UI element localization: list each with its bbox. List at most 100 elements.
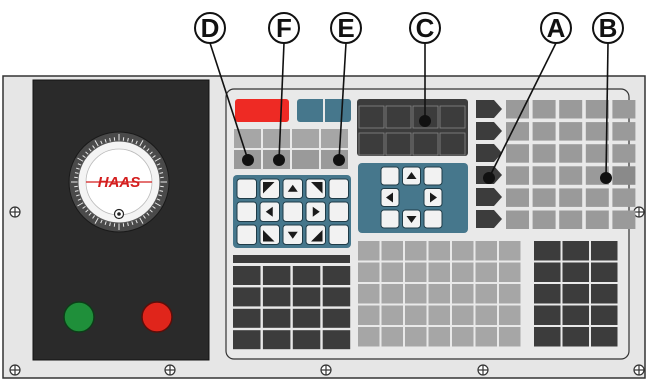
alpha-key[interactable] [262, 266, 291, 285]
alpha-key[interactable] [292, 266, 321, 285]
cursor-key[interactable] [236, 201, 257, 222]
alpha-key[interactable] [358, 262, 380, 283]
operation-key[interactable] [532, 210, 556, 230]
numeric-key[interactable] [534, 284, 561, 304]
alpha-key[interactable] [428, 241, 451, 261]
display-key[interactable] [439, 132, 466, 156]
display-key[interactable] [358, 105, 385, 129]
jog-key[interactable] [423, 166, 443, 186]
operation-key[interactable] [559, 144, 583, 163]
alpha-key[interactable] [405, 327, 427, 347]
function-key[interactable] [292, 150, 319, 169]
alpha-key[interactable] [233, 330, 261, 350]
numeric-key[interactable] [591, 262, 618, 283]
feed-hold-button[interactable] [141, 301, 173, 333]
alpha-key[interactable] [233, 266, 261, 285]
alpha-key[interactable] [358, 327, 380, 347]
operation-key[interactable] [612, 166, 636, 185]
alpha-key[interactable] [405, 284, 427, 304]
alpha-key[interactable] [452, 241, 474, 261]
cycle-start-button[interactable] [63, 301, 95, 333]
alpha-key[interactable] [428, 284, 451, 304]
alpha-key[interactable] [428, 327, 451, 347]
alpha-key[interactable] [405, 241, 427, 261]
alpha-key[interactable] [292, 287, 321, 307]
alpha-key[interactable] [381, 305, 404, 326]
alpha-key[interactable] [499, 241, 521, 261]
display-key[interactable] [385, 105, 412, 129]
numeric-key[interactable] [591, 305, 618, 326]
operation-key[interactable] [612, 100, 636, 119]
operation-key[interactable] [612, 188, 636, 207]
cursor-key[interactable] [282, 201, 303, 222]
operation-key[interactable] [532, 188, 556, 207]
alpha-key[interactable] [292, 330, 321, 350]
alpha-key[interactable] [475, 327, 498, 347]
alpha-key[interactable] [358, 305, 380, 326]
function-key[interactable] [292, 129, 319, 148]
operation-key[interactable] [506, 188, 529, 207]
alpha-key[interactable] [499, 262, 521, 283]
cursor-key[interactable] [236, 178, 257, 199]
alpha-key[interactable] [499, 327, 521, 347]
operation-key[interactable] [532, 166, 556, 185]
operation-key[interactable] [506, 166, 529, 185]
cursor-key[interactable] [328, 201, 349, 222]
cursor-key[interactable] [259, 178, 280, 199]
cursor-key[interactable] [328, 224, 349, 245]
operation-key[interactable] [506, 144, 529, 163]
numeric-key[interactable] [591, 327, 618, 347]
cursor-key[interactable] [305, 224, 326, 245]
alpha-key[interactable] [475, 284, 498, 304]
alpha-key[interactable] [452, 327, 474, 347]
operation-key[interactable] [585, 122, 609, 141]
operation-key[interactable] [612, 144, 636, 163]
alpha-key[interactable] [499, 305, 521, 326]
jog-key[interactable] [423, 209, 443, 229]
cursor-key[interactable] [328, 178, 349, 199]
alpha-key[interactable] [262, 287, 291, 307]
numeric-key[interactable] [534, 262, 561, 283]
alpha-key[interactable] [405, 262, 427, 283]
alpha-key[interactable] [292, 308, 321, 328]
alpha-key[interactable] [428, 262, 451, 283]
alpha-key[interactable] [322, 308, 351, 328]
numeric-key[interactable] [562, 327, 590, 347]
numeric-key[interactable] [562, 305, 590, 326]
alpha-key[interactable] [322, 330, 351, 350]
alpha-key[interactable] [381, 284, 404, 304]
numeric-key[interactable] [562, 241, 590, 261]
numeric-key[interactable] [591, 241, 618, 261]
operation-key[interactable] [585, 210, 609, 230]
alpha-key[interactable] [233, 308, 261, 328]
cursor-key[interactable] [259, 224, 280, 245]
operation-key[interactable] [559, 166, 583, 185]
alpha-key[interactable] [381, 262, 404, 283]
function-key[interactable] [321, 129, 348, 148]
operation-key[interactable] [506, 210, 529, 230]
alpha-key[interactable] [262, 330, 291, 350]
operation-key[interactable] [559, 188, 583, 207]
operation-key[interactable] [585, 188, 609, 207]
operation-key[interactable] [559, 100, 583, 119]
function-key[interactable] [263, 129, 290, 148]
jog-key[interactable] [380, 166, 400, 186]
alpha-key[interactable] [475, 305, 498, 326]
alpha-key[interactable] [452, 305, 474, 326]
cursor-key[interactable] [305, 178, 326, 199]
alpha-key[interactable] [475, 241, 498, 261]
operation-key[interactable] [585, 144, 609, 163]
alpha-key[interactable] [322, 287, 351, 307]
operation-key[interactable] [612, 210, 636, 230]
operation-key[interactable] [532, 100, 556, 119]
operation-key[interactable] [559, 210, 583, 230]
numeric-key[interactable] [562, 284, 590, 304]
display-key[interactable] [439, 105, 466, 129]
alpha-key[interactable] [233, 287, 261, 307]
alpha-key[interactable] [405, 305, 427, 326]
display-key[interactable] [358, 132, 385, 156]
operation-key[interactable] [532, 122, 556, 141]
alpha-key[interactable] [452, 262, 474, 283]
numeric-key[interactable] [534, 305, 561, 326]
operation-key[interactable] [559, 122, 583, 141]
